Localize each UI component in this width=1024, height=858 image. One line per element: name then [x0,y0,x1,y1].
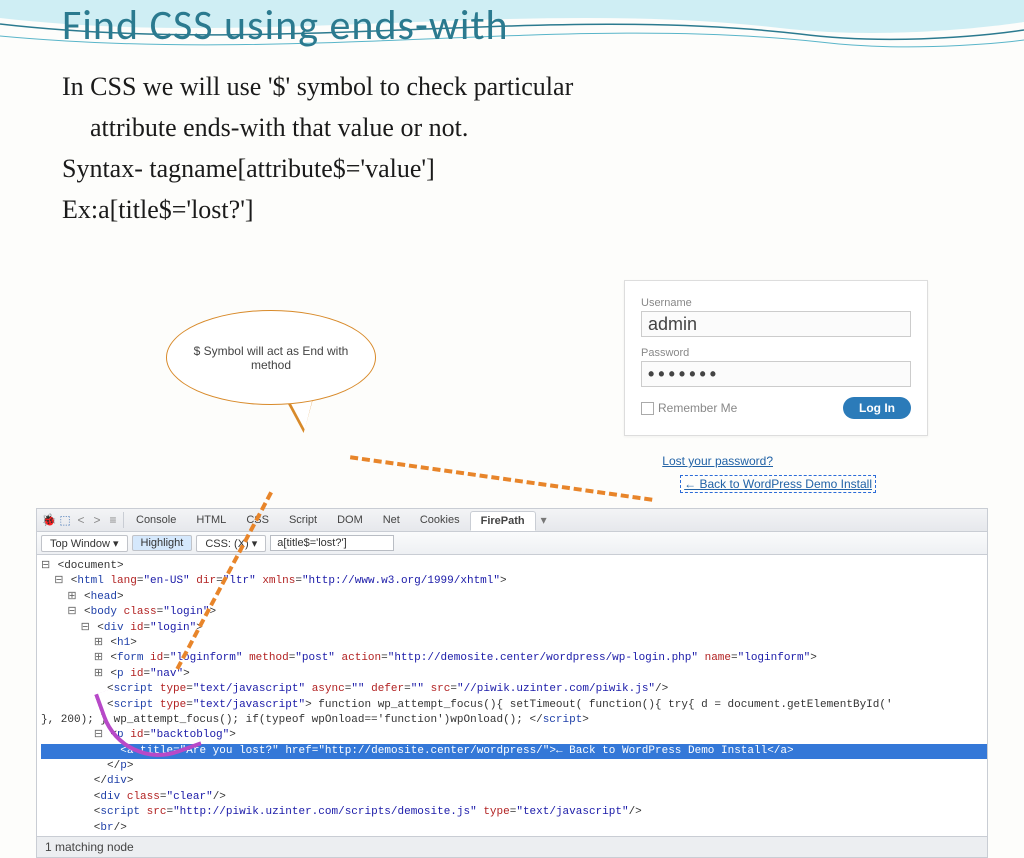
example-line: Ex:a[title$='lost?'] [62,192,954,227]
slide-body: In CSS we will use '$' symbol to check p… [0,51,1024,227]
username-field[interactable]: admin [641,311,911,337]
login-button[interactable]: Log In [843,397,911,419]
remember-checkbox[interactable] [641,402,654,415]
tab-html[interactable]: HTML [186,511,236,529]
password-field[interactable]: ••••••• [641,361,911,387]
remember-me[interactable]: Remember Me [641,401,737,415]
para1a: In CSS we will use '$' symbol to check p… [62,72,573,101]
tab-console[interactable]: Console [126,511,186,529]
slide-title: Find CSS using ends-with [0,0,1024,51]
menu-icon[interactable]: ≡ [105,512,121,528]
nav-fwd-icon[interactable]: > [89,512,105,528]
para1b: attribute ends-with that value or not. [90,113,468,142]
lost-password-link[interactable]: Lost your password? [662,454,773,468]
inspect-icon[interactable]: ⬚ [57,512,73,528]
syntax-line: Syntax- tagname[attribute$='value'] [62,151,954,186]
screenshot-area: $ Symbol will act as End with method Use… [36,280,988,746]
login-form: Username admin Password ••••••• Remember… [624,280,928,436]
remember-label: Remember Me [658,401,737,415]
nav-back-icon[interactable]: < [73,512,89,528]
username-label: Username [641,297,911,309]
callout-bubble: $ Symbol will act as End with method [166,310,376,405]
password-value: ••••••• [648,364,720,384]
highlight-btn[interactable]: Highlight [132,535,193,551]
status-bar: 1 matching node [37,836,987,857]
topwindow-btn[interactable]: Top Window ▾ [41,535,128,552]
firebug-icon[interactable]: 🐞 [41,512,57,528]
password-label: Password [641,347,911,359]
callout-text: $ Symbol will act as End with method [185,344,357,372]
back-to-blog-link[interactable]: ← Back to WordPress Demo Install [680,475,876,493]
username-value: admin [648,314,697,334]
